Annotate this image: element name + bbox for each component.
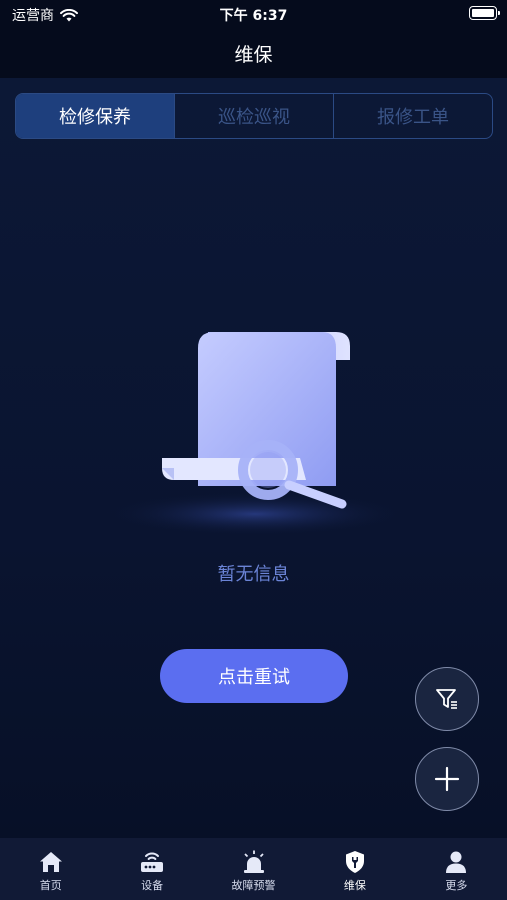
tabbar-item-more[interactable]: 更多 (406, 838, 507, 900)
tab-repair-orders[interactable]: 报修工单 (334, 94, 492, 138)
status-time: 下午 6:37 (219, 8, 288, 24)
tab-repair-orders-label: 报修工单 (377, 107, 449, 128)
main-content: 检修保养 巡检巡视 报修工单 暂无信息 点击重试 (0, 78, 507, 838)
navigation-bar: 维保 (0, 28, 507, 78)
plus-icon (434, 766, 460, 792)
tab-inspection-label: 巡检巡视 (218, 107, 290, 128)
tabbar-item-home[interactable]: 首页 (0, 838, 101, 900)
bottom-tab-bar: 首页 设备 故障预警 维保 更多 (0, 838, 507, 900)
maintenance-icon (342, 849, 368, 875)
status-bar: 运营商 下午 6:37 (0, 0, 507, 28)
tabbar-label-device: 设备 (141, 879, 164, 892)
page-title: 维保 (234, 43, 273, 66)
tabbar-item-alarm[interactable]: 故障预警 (203, 838, 304, 900)
tab-inspection[interactable]: 巡检巡视 (175, 94, 334, 138)
tab-maintenance-label: 检修保养 (59, 107, 131, 128)
segment-control: 检修保养 巡检巡视 报修工单 (15, 93, 493, 139)
device-icon (139, 849, 165, 875)
tabbar-label-maintenance: 维保 (343, 879, 366, 892)
tabbar-item-maintenance[interactable]: 维保 (304, 838, 405, 900)
tabbar-label-more: 更多 (445, 879, 468, 892)
tabbar-label-home: 首页 (39, 879, 62, 892)
add-button[interactable] (415, 747, 479, 811)
empty-document-illustration (105, 332, 405, 536)
illustration-glow (105, 492, 405, 536)
home-icon (38, 849, 64, 875)
filter-icon (436, 689, 457, 709)
filter-button[interactable] (415, 667, 479, 731)
empty-message: 暂无信息 (217, 564, 290, 585)
tab-maintenance[interactable]: 检修保养 (16, 94, 175, 138)
tabbar-label-alarm: 故障预警 (231, 879, 276, 892)
battery-icon (469, 6, 500, 20)
alarm-icon (241, 849, 267, 875)
user-icon (443, 849, 469, 875)
retry-button-label: 点击重试 (218, 667, 290, 688)
retry-button[interactable]: 点击重试 (160, 649, 348, 703)
tabbar-item-device[interactable]: 设备 (101, 838, 202, 900)
